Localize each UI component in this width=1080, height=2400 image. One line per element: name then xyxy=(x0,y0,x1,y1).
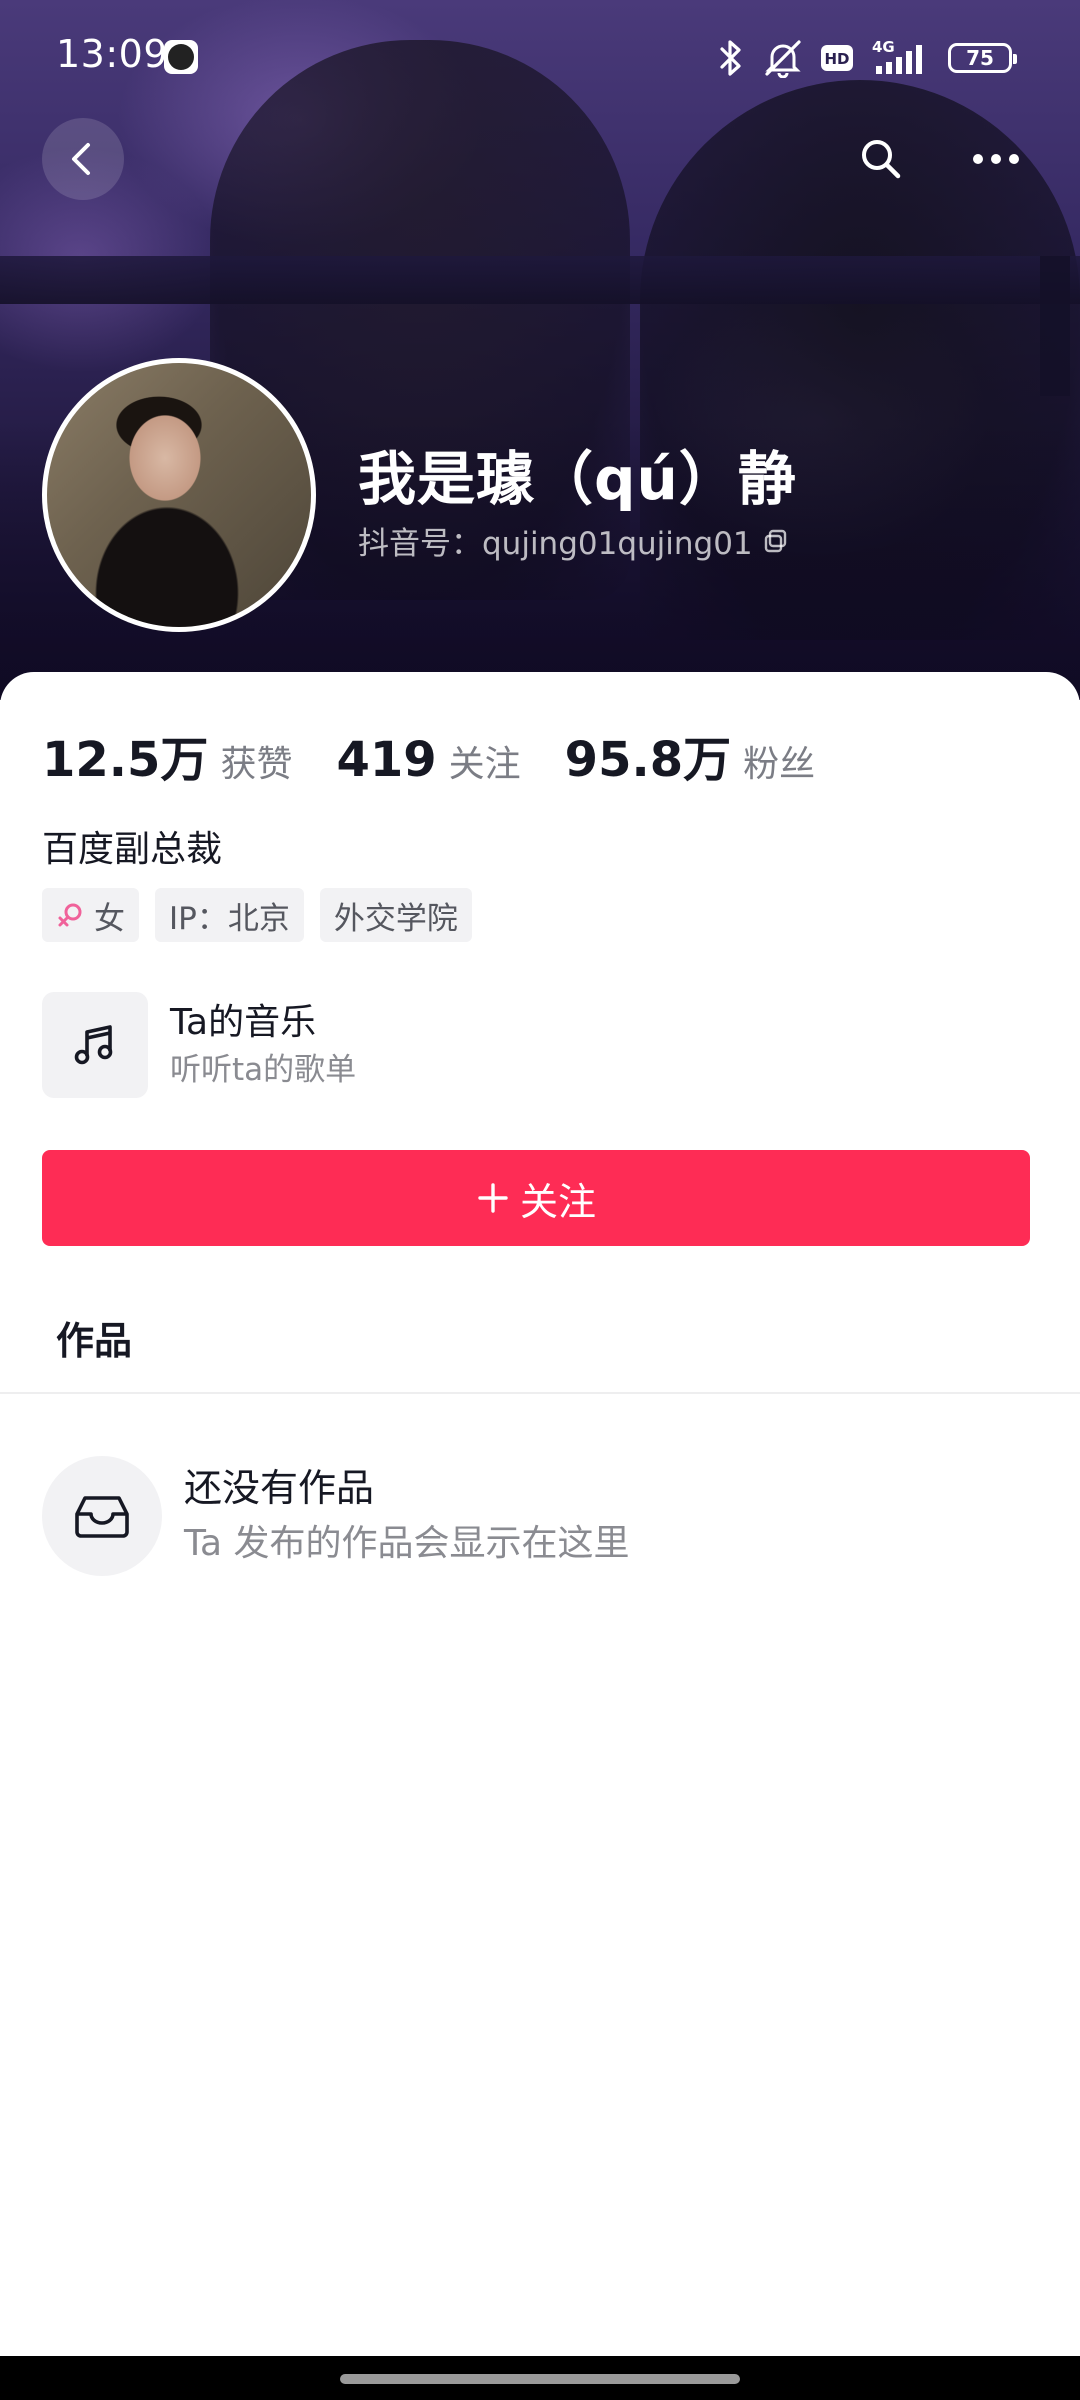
stat-value: 12.5万 xyxy=(42,732,209,788)
profile-screen: 13:09 HD 4G 75 我是璩（qú）静 抖音号：qujing01quji… xyxy=(0,0,1080,2400)
empty-title: 还没有作品 xyxy=(184,1466,375,1510)
follow-button[interactable]: 关注 xyxy=(42,1150,1030,1246)
home-indicator[interactable] xyxy=(340,2374,740,2384)
battery-indicator: 75 xyxy=(948,43,1017,73)
status-icons: HD 4G 75 xyxy=(716,36,1017,80)
tag-gender: 女 xyxy=(42,888,139,942)
stats-row: 12.5万 获赞 419 关注 95.8万 粉丝 xyxy=(42,720,859,790)
music-subtitle: 听听ta的歌单 xyxy=(170,1052,357,1088)
stat-label: 粉丝 xyxy=(743,744,816,785)
stat-value: 95.8万 xyxy=(564,732,732,788)
tag-school-label: 外交学院 xyxy=(333,900,458,937)
avatar[interactable] xyxy=(42,358,316,632)
back-button[interactable] xyxy=(42,118,124,200)
tags-row: 女 IP：北京 外交学院 xyxy=(42,888,472,942)
tag-ip-label: IP：北京 xyxy=(169,900,290,937)
svg-text:4G: 4G xyxy=(872,38,895,56)
tab-works[interactable]: 作品 xyxy=(56,1310,132,1365)
stat-following[interactable]: 419 关注 xyxy=(336,732,520,788)
tag-gender-label: 女 xyxy=(94,900,125,937)
profile-name: 我是璩（qú）静 xyxy=(358,445,797,513)
stat-label: 关注 xyxy=(448,744,521,785)
more-button[interactable] xyxy=(955,118,1037,200)
tag-school[interactable]: 外交学院 xyxy=(319,888,472,942)
svg-text:HD: HD xyxy=(824,50,849,68)
music-note-icon xyxy=(74,1025,113,1065)
status-bar: 13:09 HD 4G 75 xyxy=(0,0,1080,110)
status-time: 13:09 xyxy=(56,32,169,76)
music-title: Ta的音乐 xyxy=(170,1002,317,1043)
empty-works-state: 还没有作品 Ta 发布的作品会显示在这里 xyxy=(42,1456,630,1576)
stat-value: 419 xyxy=(336,732,437,788)
tag-ip: IP：北京 xyxy=(155,888,304,942)
chevron-left-icon xyxy=(72,143,90,175)
signal-icon: 4G xyxy=(872,38,922,74)
empty-icon-circle xyxy=(42,1456,162,1576)
mute-bell-icon xyxy=(765,40,801,78)
clock-app-icon xyxy=(164,40,198,74)
bluetooth-icon xyxy=(720,40,741,76)
stat-followers[interactable]: 95.8万 粉丝 xyxy=(565,720,815,790)
search-button[interactable] xyxy=(840,118,922,200)
douyin-id-row[interactable]: 抖音号：qujing01qujing01 xyxy=(358,518,789,563)
plus-icon xyxy=(478,1183,508,1213)
douyin-id: 抖音号：qujing01qujing01 xyxy=(358,526,753,562)
hd-badge-icon: HD xyxy=(821,45,853,71)
inbox-icon xyxy=(75,1496,129,1538)
stat-likes[interactable]: 12.5万 获赞 xyxy=(42,720,292,790)
female-icon xyxy=(58,903,82,927)
empty-subtitle: Ta 发布的作品会显示在这里 xyxy=(184,1523,630,1564)
search-icon xyxy=(862,140,901,179)
stat-label: 获赞 xyxy=(220,744,293,785)
more-horizontal-icon xyxy=(973,154,1019,164)
music-entry[interactable]: Ta的音乐 听听ta的歌单 xyxy=(42,992,742,1098)
music-icon-box xyxy=(42,992,148,1098)
tab-divider xyxy=(0,1392,1080,1394)
copy-icon[interactable] xyxy=(763,528,789,554)
follow-button-label: 关注 xyxy=(519,1179,596,1224)
bio-text: 百度副总裁 xyxy=(42,829,223,870)
